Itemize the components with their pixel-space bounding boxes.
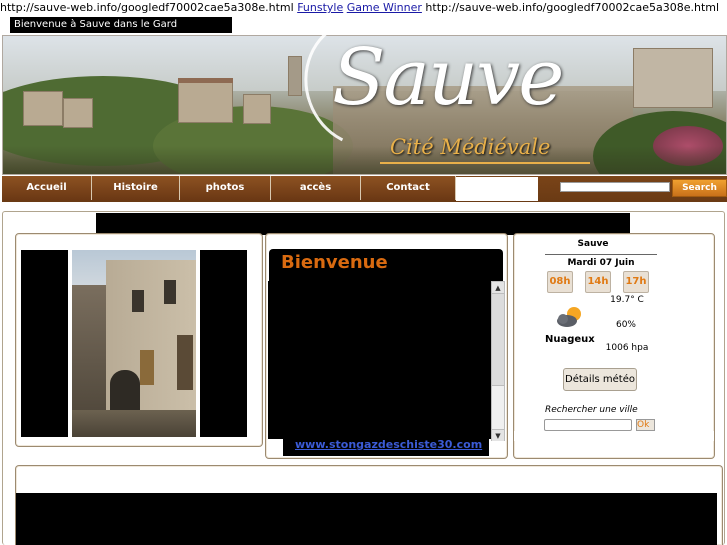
url-text: http://sauve-web.info/googledf70002cae5a…: [0, 1, 294, 14]
hour-button-17h[interactable]: 17h: [623, 271, 649, 293]
welcome-text-area: [268, 281, 491, 439]
logo-underline: [380, 162, 590, 164]
nav-item-accueil[interactable]: Accueil: [2, 176, 92, 200]
photo-slot-right: [200, 250, 247, 437]
top-link-line: http://sauve-web.info/googledf70002cae5a…: [0, 1, 719, 15]
url-text-2: http://sauve-web.info/googledf70002cae5a…: [425, 1, 720, 14]
banner-tower: [288, 56, 302, 96]
game-winner-link[interactable]: Game Winner: [347, 1, 422, 14]
nav-item-acces[interactable]: accès: [271, 176, 361, 200]
hour-button-14h[interactable]: 14h: [585, 271, 611, 293]
scroll-down-arrow-icon[interactable]: ▼: [492, 429, 504, 441]
welcome-heading: Bienvenue: [281, 252, 388, 273]
weather-divider: [545, 254, 657, 255]
nav-blank-slot: [456, 177, 538, 201]
banner-building: [178, 81, 233, 123]
search-button[interactable]: Search: [672, 179, 727, 197]
search-input[interactable]: [560, 182, 670, 192]
banner-building: [23, 91, 63, 126]
banner-building: [63, 98, 93, 128]
scroll-up-arrow-icon[interactable]: ▲: [492, 282, 504, 294]
banner-roof: [178, 78, 233, 83]
hour-button-08h[interactable]: 08h: [547, 271, 573, 293]
bottom-content-area: [16, 493, 717, 545]
weather-pressure: 1006 hpa: [605, 343, 649, 353]
banner-foreground: [3, 146, 726, 174]
cloudy-sun-icon: [557, 307, 581, 327]
site-logo-title: Sauve: [332, 33, 564, 123]
nav-item-histoire[interactable]: Histoire: [92, 176, 180, 200]
nav-item-photos[interactable]: photos: [180, 176, 271, 200]
weather-condition: Nuageux: [545, 334, 595, 345]
weather-clip: [514, 431, 714, 441]
banner-building: [633, 48, 713, 108]
weather-temperature: 19.7° C: [610, 295, 644, 305]
main-nav: Accueil Histoire photos accès Contact Se…: [2, 176, 727, 202]
street-photo[interactable]: [72, 250, 196, 437]
weather-details-button[interactable]: Détails météo: [563, 368, 637, 391]
city-search-input[interactable]: [544, 419, 632, 431]
weather-humidity: 60%: [615, 320, 636, 330]
external-site-link[interactable]: www.stongazdeschiste30.com: [295, 438, 482, 451]
banner-building: [243, 94, 271, 124]
photo-slot-left: [21, 250, 68, 437]
nav-item-contact[interactable]: Contact: [361, 176, 456, 200]
welcome-bar: Bienvenue à Sauve dans le Gard: [10, 17, 232, 33]
weather-date: Mardi 07 Juin: [567, 258, 635, 268]
scroll-thumb[interactable]: [492, 294, 504, 386]
funstyle-link[interactable]: Funstyle: [297, 1, 343, 14]
city-search-label: Rechercher une ville: [545, 405, 638, 415]
city-search-ok-button[interactable]: Ok: [636, 419, 655, 431]
weather-city: Sauve: [577, 239, 609, 249]
content-title-bar: [96, 213, 630, 235]
site-logo-subtitle: Cité Médiévale: [390, 135, 551, 159]
